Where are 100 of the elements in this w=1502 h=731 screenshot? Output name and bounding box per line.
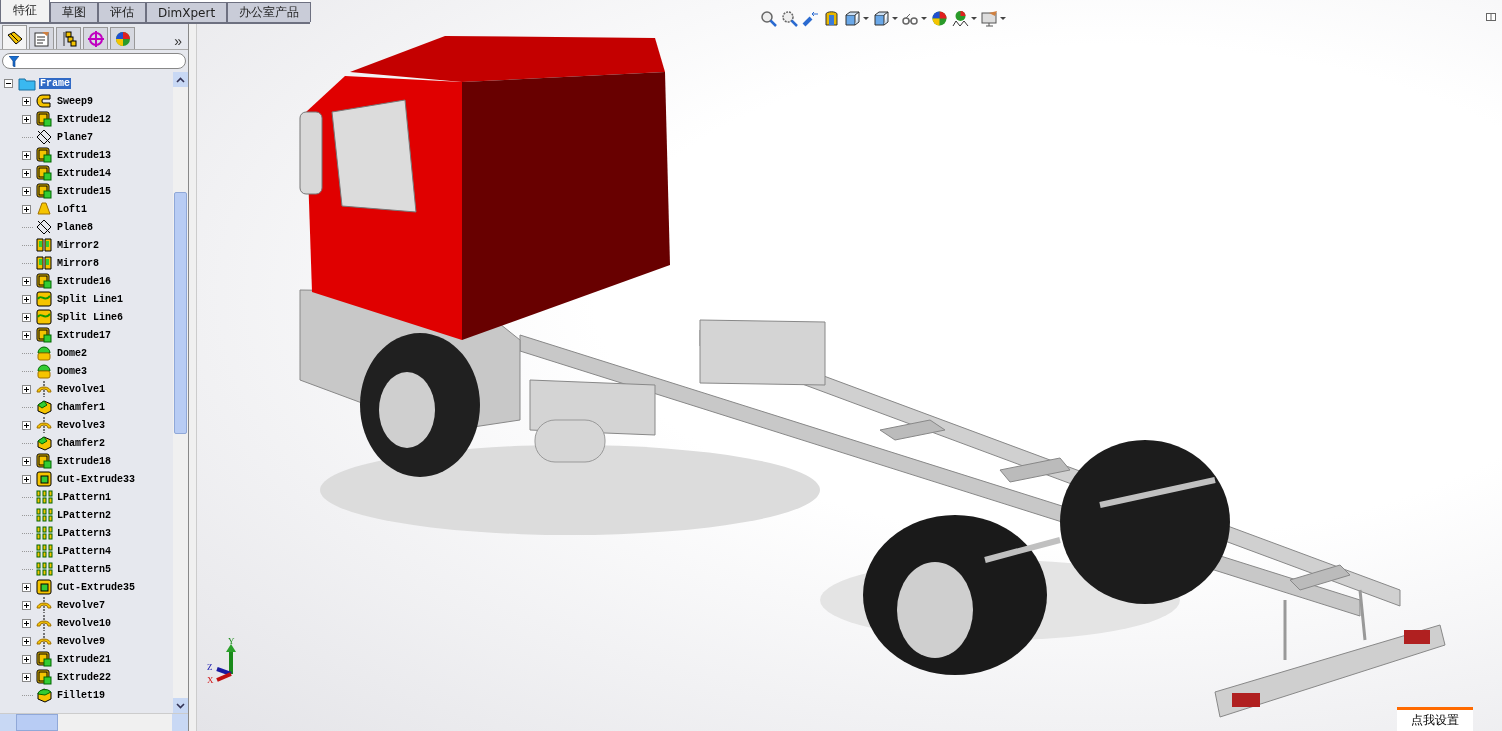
tree-item[interactable]: LPattern5 xyxy=(56,563,112,575)
expand-toggle[interactable] xyxy=(22,96,33,106)
filter-field[interactable] xyxy=(2,53,186,69)
folder-icon xyxy=(18,75,36,91)
tree-item[interactable]: Plane7 xyxy=(56,131,94,143)
tree-item[interactable]: Revolve1 xyxy=(56,383,106,395)
tree-item[interactable]: Chamfer1 xyxy=(56,401,106,413)
plane-feature-icon xyxy=(36,219,53,235)
tree-item[interactable]: Revolve7 xyxy=(56,599,106,611)
property-tab[interactable] xyxy=(29,27,54,49)
crosshair-icon xyxy=(86,29,105,48)
expand-toggle[interactable] xyxy=(22,654,33,664)
zoom-fit-tool[interactable] xyxy=(760,10,777,27)
tree-item[interactable]: Revolve10 xyxy=(56,617,112,629)
tree-item[interactable]: Extrude12 xyxy=(56,113,112,125)
property-sheet-icon xyxy=(32,29,51,48)
expand-toggle[interactable] xyxy=(22,456,33,466)
expand-toggle[interactable] xyxy=(22,600,33,610)
tree-item[interactable]: Frame xyxy=(39,77,71,89)
tree-item[interactable]: Sweep9 xyxy=(56,95,94,107)
command-tab[interactable]: DimXpert xyxy=(146,2,228,22)
vertical-scrollbar[interactable] xyxy=(173,72,188,713)
expand-toggle[interactable] xyxy=(22,114,33,124)
caret-icon xyxy=(863,17,869,20)
expand-toggle[interactable] xyxy=(22,420,33,430)
previous-view-tool[interactable] xyxy=(802,10,819,27)
zoom-area-tool[interactable] xyxy=(781,10,798,27)
expand-toggle[interactable] xyxy=(22,150,33,160)
tree-item[interactable]: Dome2 xyxy=(56,347,88,359)
tree-item[interactable]: Split Line1 xyxy=(56,293,124,305)
expand-toggle[interactable] xyxy=(22,384,33,394)
tree-item[interactable]: Revolve9 xyxy=(56,635,106,647)
command-tab[interactable]: 评估 xyxy=(98,2,146,22)
revolve-feature-icon xyxy=(36,381,53,397)
tree-item[interactable]: Chamfer2 xyxy=(56,437,106,449)
expand-toggle[interactable] xyxy=(22,636,33,646)
display-tab[interactable] xyxy=(110,27,135,49)
scene-tool[interactable] xyxy=(952,10,977,27)
pattern-feature-icon xyxy=(36,561,53,577)
dimxpert-tab[interactable] xyxy=(83,27,108,49)
settings-popup-button[interactable]: 点我设置 xyxy=(1397,707,1473,731)
tree-item[interactable]: Cut-Extrude35 xyxy=(56,581,136,593)
tree-item[interactable]: LPattern4 xyxy=(56,545,112,557)
chevron-down-icon[interactable] xyxy=(176,702,185,709)
tree-item[interactable]: Extrude14 xyxy=(56,167,112,179)
tree-item[interactable]: Mirror2 xyxy=(56,239,100,251)
tree-item[interactable]: Extrude21 xyxy=(56,653,112,665)
extrude-feature-icon xyxy=(36,669,53,685)
tree-item[interactable]: Split Line6 xyxy=(56,311,124,323)
color-wheel-icon xyxy=(113,29,132,48)
chamfer-feature-icon xyxy=(36,435,53,451)
display-style-tool[interactable] xyxy=(873,10,898,27)
panel-splitter-handle[interactable] xyxy=(189,24,197,731)
command-tab[interactable]: 草图 xyxy=(50,2,98,22)
split-feature-icon xyxy=(36,291,53,307)
collapse-toggle[interactable] xyxy=(4,78,15,88)
tree-item[interactable]: Mirror8 xyxy=(56,257,100,269)
config-tab[interactable] xyxy=(56,27,81,49)
expand-toggle[interactable] xyxy=(22,618,33,628)
expand-toggle[interactable] xyxy=(22,294,33,304)
tree-item[interactable]: Cut-Extrude33 xyxy=(56,473,136,485)
expand-toggle[interactable] xyxy=(22,330,33,340)
view-settings-tool[interactable] xyxy=(981,10,1006,27)
expand-toggle[interactable] xyxy=(22,276,33,286)
tree-item[interactable]: Plane8 xyxy=(56,221,94,233)
sweep-feature-icon xyxy=(36,93,53,109)
tree-item[interactable]: LPattern1 xyxy=(56,491,112,503)
tree-item[interactable]: LPattern3 xyxy=(56,527,112,539)
command-tab[interactable]: 特征 xyxy=(0,0,50,22)
expand-toggle[interactable] xyxy=(22,474,33,484)
expand-toggle[interactable] xyxy=(22,312,33,322)
orientation-tool[interactable] xyxy=(844,10,869,27)
tree-item[interactable]: Fillet19 xyxy=(56,689,106,701)
tree-item[interactable]: Extrude18 xyxy=(56,455,112,467)
tree-item[interactable]: Extrude16 xyxy=(56,275,112,287)
tree-item[interactable]: LPattern2 xyxy=(56,509,112,521)
tree-item[interactable]: Extrude15 xyxy=(56,185,112,197)
expand-toggle[interactable] xyxy=(22,204,33,214)
cut-feature-icon xyxy=(36,471,53,487)
tree-item[interactable]: Extrude22 xyxy=(56,671,112,683)
appearance-tool[interactable] xyxy=(931,10,948,27)
expand-toggle[interactable] xyxy=(22,582,33,592)
chevron-up-icon[interactable] xyxy=(176,76,185,83)
command-tab[interactable]: 办公室产品 xyxy=(227,2,312,22)
tree-item[interactable]: Extrude17 xyxy=(56,329,112,341)
pattern-feature-icon xyxy=(36,543,53,559)
tree-item[interactable]: Extrude13 xyxy=(56,149,112,161)
expand-toggle[interactable] xyxy=(22,672,33,682)
tree-item[interactable]: Revolve3 xyxy=(56,419,106,431)
tree-item[interactable]: Loft1 xyxy=(56,203,88,215)
horizontal-scrollbar[interactable] xyxy=(0,713,188,731)
more-tabs-button[interactable]: » xyxy=(170,33,186,49)
expand-toggle[interactable] xyxy=(22,168,33,178)
section-tool[interactable] xyxy=(823,10,840,27)
feature-tree-tab[interactable] xyxy=(2,25,27,49)
expand-toggle[interactable] xyxy=(22,186,33,196)
viewport-split-button[interactable] xyxy=(1486,13,1496,21)
tree-item[interactable]: Dome3 xyxy=(56,365,88,377)
extrude-feature-icon xyxy=(36,111,53,127)
caret-icon xyxy=(1000,17,1006,20)
